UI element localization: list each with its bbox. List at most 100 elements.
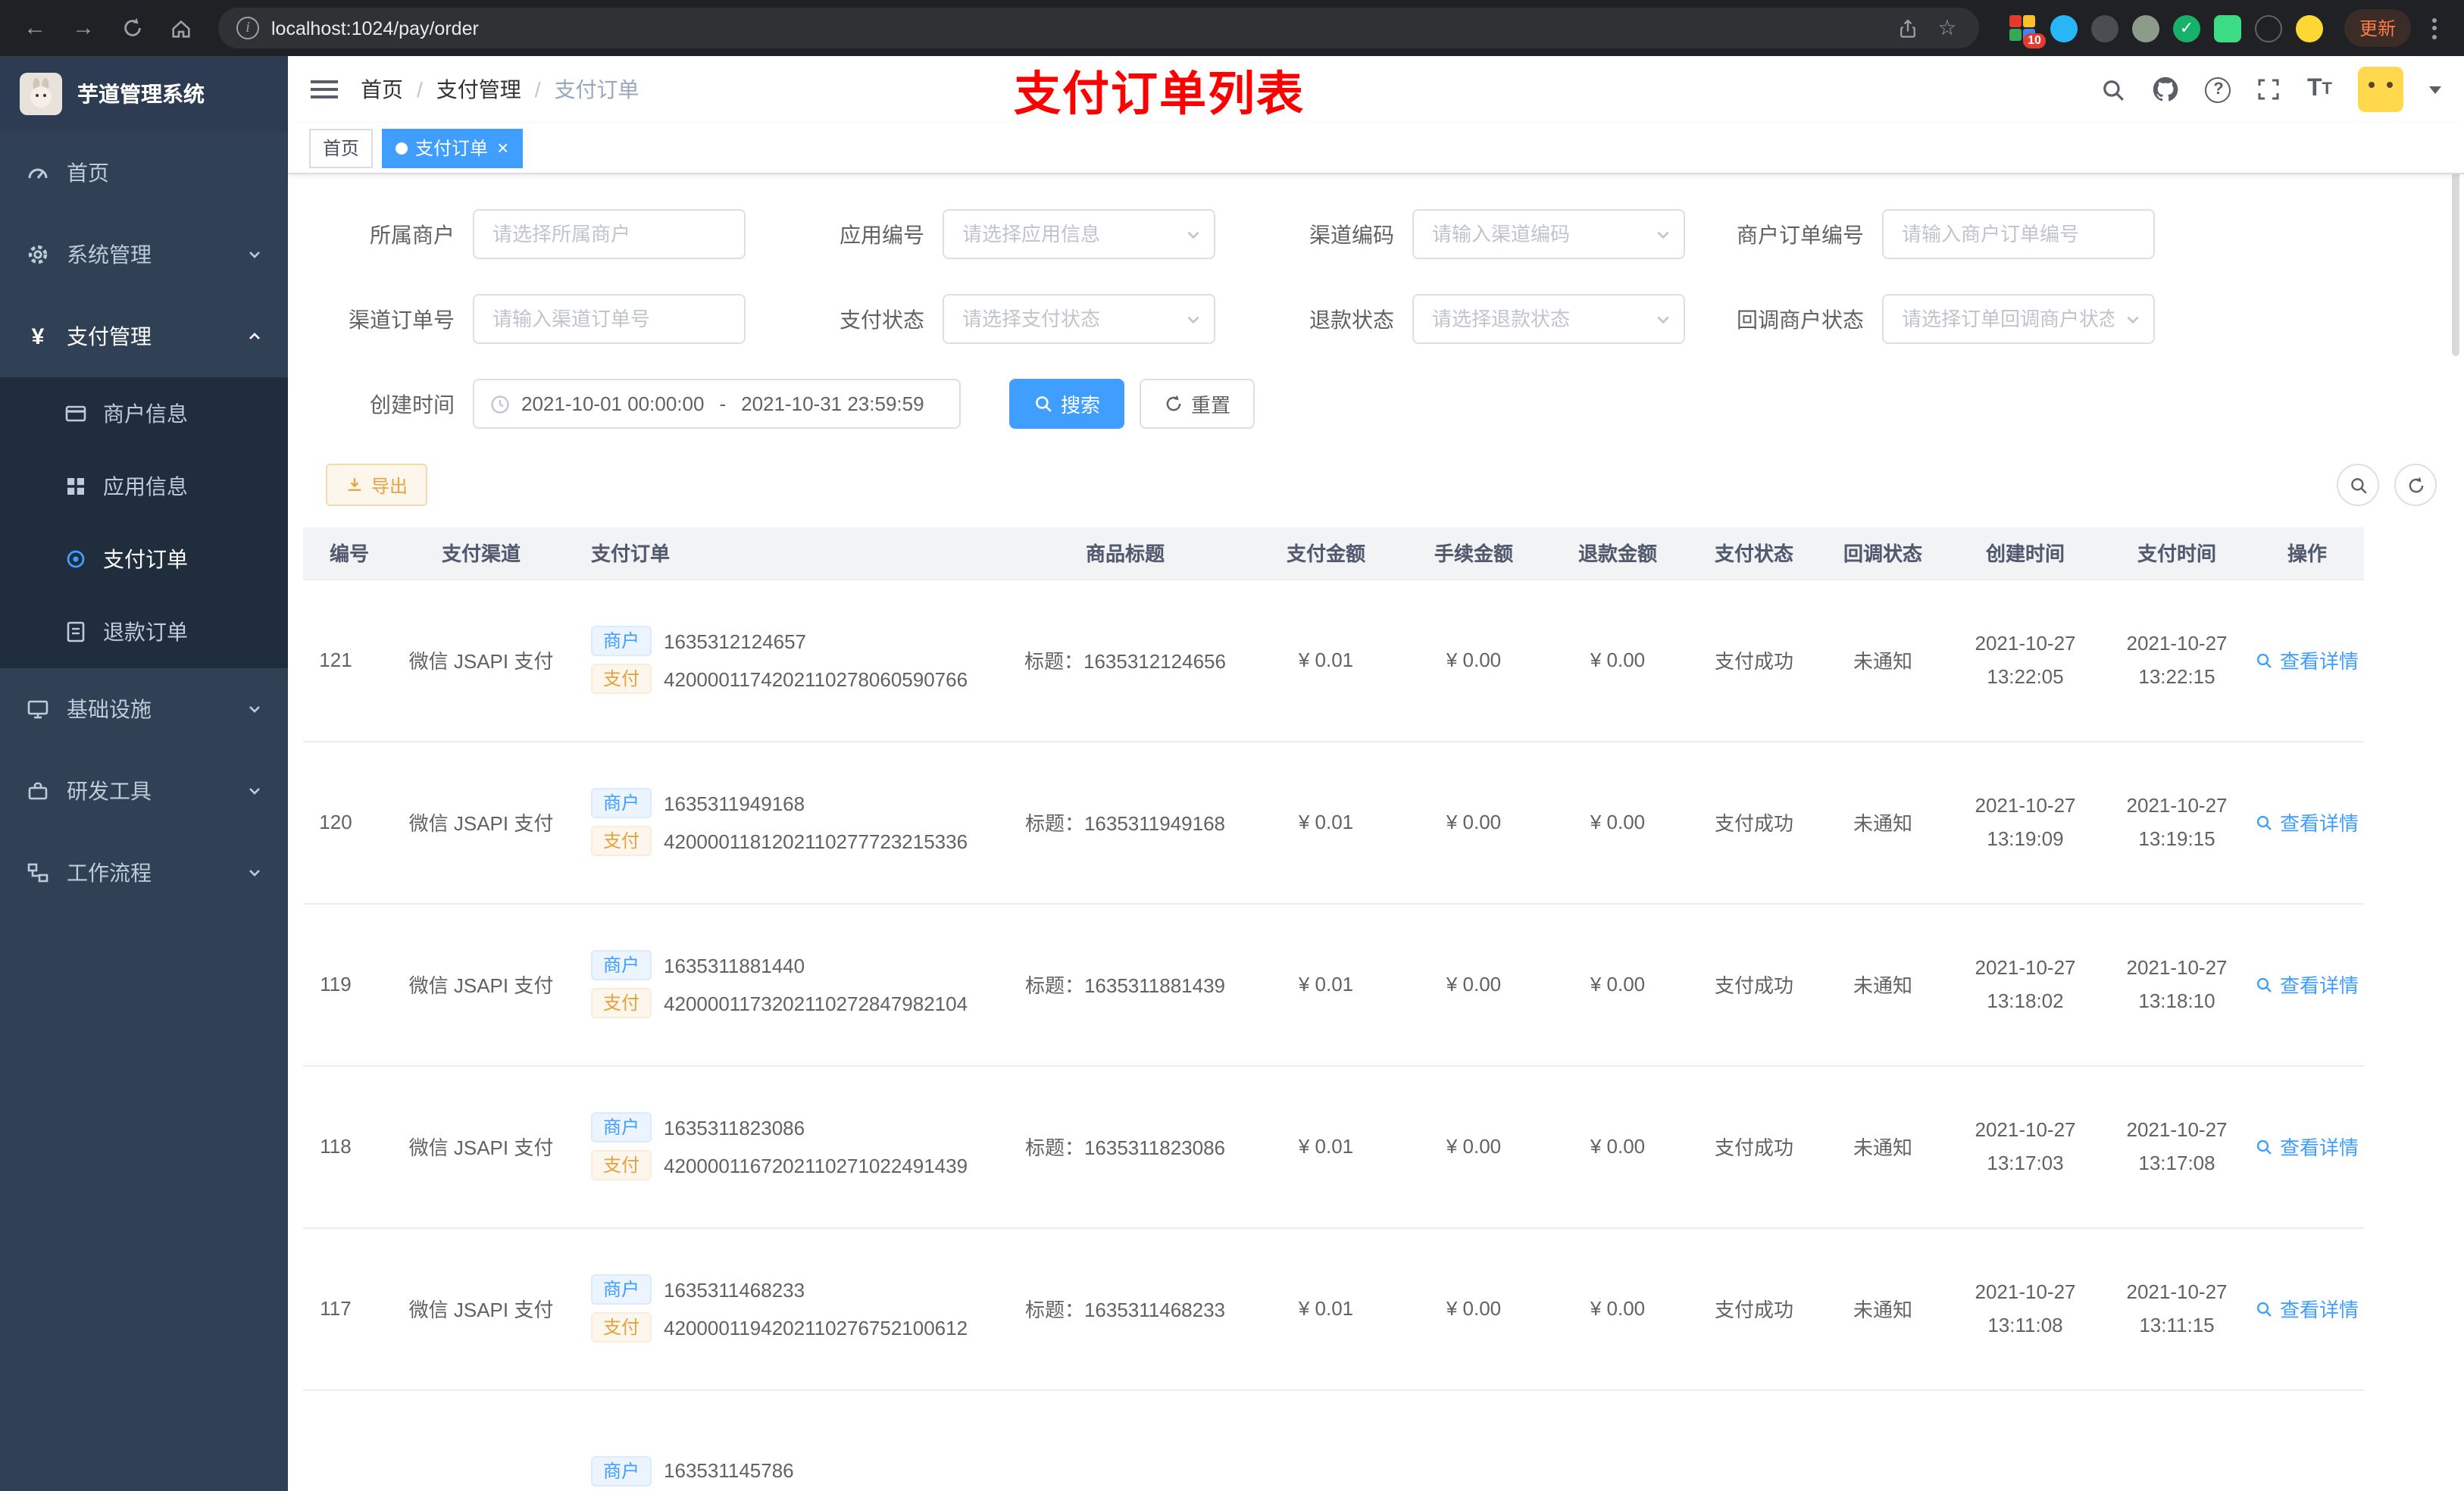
ext-dark-icon[interactable]	[2090, 14, 2118, 42]
sidebar-item-infra[interactable]: 基础设施	[0, 668, 288, 750]
cell-pay-time: 2021-10-27 13:11:15	[2103, 1227, 2250, 1390]
col-actions: 操作	[2250, 527, 2364, 580]
user-avatar[interactable]	[2358, 67, 2403, 112]
ext-green-check-icon[interactable]: ✓	[2172, 14, 2200, 42]
sidebar-logo: 芋道管理系统	[0, 56, 288, 132]
app-select[interactable]	[943, 209, 1215, 259]
view-detail-link[interactable]: 查看详情	[2256, 645, 2359, 674]
date: 2021-10-27	[1975, 956, 2076, 980]
ext-blue-icon[interactable]	[2050, 14, 2078, 42]
view-detail-link[interactable]: 查看详情	[2256, 808, 2359, 836]
sidebar-item-refund-order[interactable]: 退款订单	[0, 595, 288, 668]
sidebar-item-pay-order[interactable]: 支付订单	[0, 523, 288, 595]
search-button[interactable]: 搜索	[1009, 379, 1125, 429]
filter-label: 退款状态	[1309, 307, 1394, 331]
channel-code-select[interactable]	[1412, 209, 1685, 259]
cell-amount: ¥ 0.01	[1250, 741, 1402, 904]
sidebar-item-home[interactable]: 首页	[0, 132, 288, 214]
cell-refund: ¥ 0.00	[1546, 1065, 1690, 1228]
dashboard-icon	[26, 161, 50, 185]
page-title-annotation: 支付订单列表	[1014, 67, 1305, 120]
hamburger-icon[interactable]	[311, 77, 338, 102]
channel-order-no-input[interactable]	[473, 294, 746, 344]
grid-icon	[64, 474, 88, 499]
merchant-input[interactable]	[473, 209, 746, 259]
ext-green-chat-icon[interactable]	[2213, 14, 2241, 42]
notify-status-select[interactable]	[1882, 294, 2155, 344]
export-button[interactable]: 导出	[326, 464, 428, 506]
chevron-down-icon	[1185, 226, 1202, 242]
col-notify: 回调状态	[1818, 527, 1947, 580]
col-order: 支付订单	[576, 527, 1000, 580]
cell-amount: ¥ 0.01	[1250, 579, 1402, 742]
export-button-label: 导出	[371, 475, 408, 496]
view-detail-link[interactable]: 查看详情	[2256, 970, 2359, 999]
orders-table-wrap: 编号 支付渠道 支付订单 商品标题 支付金额 手续金额 退款金额 支付状态 回调…	[303, 527, 2449, 1491]
fullscreen-icon[interactable]	[2257, 77, 2281, 102]
toggle-search-button[interactable]	[2337, 464, 2379, 506]
sidebar-item-devtools[interactable]: 研发工具	[0, 750, 288, 832]
table-row: 120 微信 JSAPI 支付 商户 1635311949168 支付 420000…	[303, 741, 2364, 904]
bookmark-star-icon[interactable]: ☆	[1934, 14, 1961, 42]
close-icon[interactable]: ×	[497, 138, 508, 158]
cell-notify: 未通知	[1818, 1065, 1947, 1228]
font-size-icon[interactable]: TT	[2307, 77, 2332, 102]
cell-create-time: 2021-10-27 13:18:02	[1947, 903, 2103, 1066]
date: 2021-10-27	[2126, 632, 2228, 655]
cell-id: 119	[303, 903, 386, 1066]
cell-channel: 微信 JSAPI 支付	[386, 1227, 576, 1390]
page-info-icon[interactable]: i	[236, 17, 259, 39]
extensions-grid-icon[interactable]: 10	[2009, 14, 2046, 48]
refund-status-select[interactable]	[1412, 294, 1685, 344]
sidebar-item-merchant-info[interactable]: 商户信息	[0, 377, 288, 450]
sidebar-item-workflow[interactable]: 工作流程	[0, 832, 288, 914]
reload-icon[interactable]	[112, 8, 152, 48]
merchant-order-no-input[interactable]	[1882, 209, 2155, 259]
tag-home[interactable]: 首页	[309, 128, 374, 167]
pay-tag: 支付	[591, 1312, 652, 1343]
ext-gray-icon[interactable]	[2131, 14, 2159, 42]
search-icon[interactable]	[2101, 77, 2127, 102]
breadcrumb-home[interactable]: 首页	[361, 74, 403, 105]
sidebar-item-payment[interactable]: ¥ 支付管理	[0, 295, 288, 377]
cell-order: 商户 163531145786	[576, 1389, 1000, 1491]
reset-button[interactable]: 重置	[1140, 379, 1255, 429]
tags-view: 首页 支付订单 ×	[288, 123, 2464, 174]
view-detail-link[interactable]: 查看详情	[2256, 1294, 2359, 1323]
cell-refund: ¥ 0.00	[1546, 1227, 1690, 1390]
cell-amount: ¥ 0.01	[1250, 903, 1402, 1066]
sidebar-item-system[interactable]: 系统管理	[0, 214, 288, 295]
help-icon[interactable]: ?	[2205, 77, 2231, 102]
cell-status: 支付成功	[1690, 741, 1818, 904]
scrollbar-thumb[interactable]	[2452, 144, 2459, 356]
cell-pay-time: 2021-10-27 13:17:08	[2103, 1065, 2250, 1228]
sidebar-item-app-info[interactable]: 应用信息	[0, 450, 288, 523]
time: 13:11:15	[2139, 1313, 2215, 1336]
address-bar[interactable]: i localhost:1024/pay/order ☆	[218, 8, 1979, 48]
refresh-button[interactable]	[2394, 464, 2437, 506]
monitor-icon	[26, 697, 50, 721]
avatar-caret-icon[interactable]	[2429, 86, 2441, 93]
back-icon[interactable]: ←	[15, 8, 55, 48]
cell-channel: 微信 JSAPI 支付	[386, 741, 576, 904]
view-detail-link[interactable]: 查看详情	[2256, 1132, 2359, 1161]
create-time-range-picker[interactable]: 2021-10-01 00:00:00 - 2021-10-31 23:59:5…	[473, 379, 961, 429]
pay-status-select[interactable]	[943, 294, 1215, 344]
range-separator: -	[719, 392, 727, 415]
tag-pay-order[interactable]: 支付订单 ×	[382, 128, 523, 167]
view-detail-label: 查看详情	[2279, 812, 2359, 835]
github-icon[interactable]	[2153, 76, 2180, 103]
ext-profile-avatar[interactable]	[2295, 14, 2323, 42]
share-icon[interactable]	[1894, 14, 1921, 42]
cell-actions: 查看详情	[2250, 1227, 2364, 1390]
browser-menu-icon[interactable]	[2420, 17, 2449, 39]
breadcrumb-payment[interactable]: 支付管理	[436, 74, 521, 105]
update-button[interactable]: 更新	[2344, 9, 2411, 47]
tag-label: 支付订单	[415, 138, 489, 159]
orders-table: 编号 支付渠道 支付订单 商品标题 支付金额 手续金额 退款金额 支付状态 回调…	[303, 527, 2364, 1491]
ext-pin-icon[interactable]	[2254, 14, 2282, 42]
cell-id: 121	[303, 579, 386, 742]
forward-icon[interactable]: →	[64, 8, 103, 48]
cell-title: 标题：1635311949168	[1000, 741, 1250, 904]
home-icon[interactable]	[161, 8, 200, 48]
